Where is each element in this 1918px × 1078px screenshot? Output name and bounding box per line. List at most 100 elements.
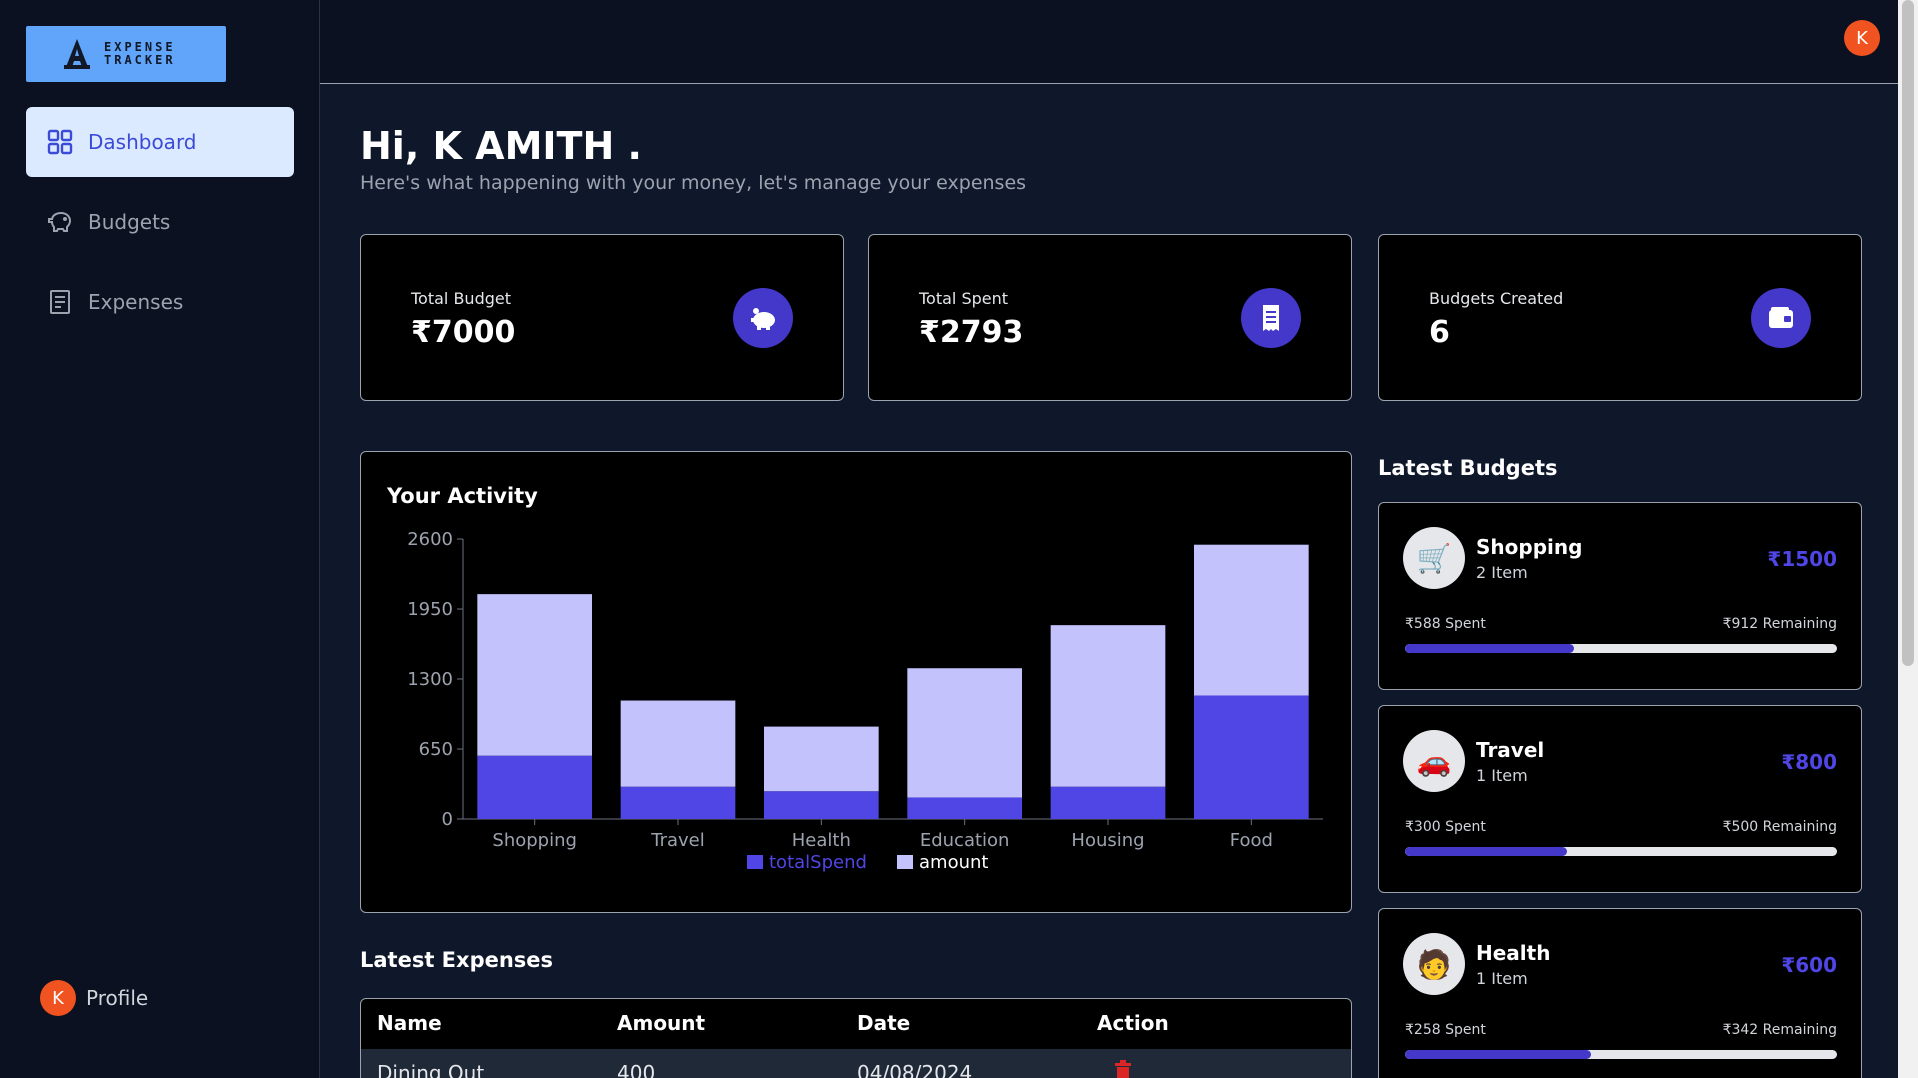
sidebar-item-dashboard[interactable]: Dashboard <box>26 107 294 177</box>
card-value: 6 <box>1429 315 1450 350</box>
budget-progress-fill <box>1405 847 1567 856</box>
grid-icon <box>47 129 73 155</box>
budget-remaining: ₹912 Remaining <box>1722 616 1837 632</box>
expenses-table: Name Amount Date Action Dining Out 400 0… <box>360 998 1352 1078</box>
wallet-icon <box>1751 288 1811 348</box>
app-logo[interactable]: EXPENSE TRACKER <box>26 26 226 82</box>
trash-icon[interactable] <box>1113 1059 1133 1078</box>
y-tick-label: 2600 <box>407 529 453 550</box>
profile-label: Profile <box>86 986 149 1010</box>
bar-totalSpend <box>1194 695 1309 819</box>
piggy-bank-icon <box>48 211 72 232</box>
legend-label: amount <box>919 852 988 873</box>
y-tick-label: 1300 <box>407 669 453 690</box>
budget-item-count: 1 Item <box>1476 969 1528 988</box>
doctor-icon: 🧑 <box>1403 933 1465 995</box>
bar-amount <box>907 668 1022 798</box>
column-header: Name <box>377 1011 442 1035</box>
table-row: Dining Out 400 04/08/2024 <box>361 1049 1351 1078</box>
expense-amount: 400 <box>617 1061 656 1078</box>
x-tick-label: Education <box>920 830 1010 851</box>
bar-amount <box>477 594 592 756</box>
budget-remaining: ₹500 Remaining <box>1722 819 1837 835</box>
logo-text: EXPENSE TRACKER <box>104 40 176 67</box>
budget-name: Travel <box>1476 738 1545 762</box>
sidebar-item-label: Dashboard <box>88 130 197 154</box>
budget-amount: ₹1500 <box>1767 547 1837 571</box>
x-tick-label: Travel <box>650 830 705 851</box>
expense-name: Dining Out <box>377 1061 485 1078</box>
column-header: Date <box>857 1011 911 1035</box>
bar-totalSpend <box>477 755 592 819</box>
budget-amount: ₹800 <box>1781 750 1837 774</box>
expense-date: 04/08/2024 <box>857 1061 973 1078</box>
activity-chart: 0 650 1300 1950 2600 Shopping Travel Health Educ… <box>407 529 1323 873</box>
stat-card-total-spent: Total Spent ₹2793 <box>868 234 1352 401</box>
stat-card-budgets-created: Budgets Created 6 <box>1378 234 1862 401</box>
bar-totalSpend <box>764 791 879 819</box>
budget-progress-fill <box>1405 1050 1591 1059</box>
activity-panel: Your Activity 0 650 1300 1950 2600 Shopping Tr… <box>360 451 1352 913</box>
card-label: Total Budget <box>411 289 511 308</box>
bar-amount <box>1194 544 1309 696</box>
budget-spent: ₹258 Spent <box>1405 1022 1486 1038</box>
sidebar-item-budgets[interactable]: Budgets <box>26 187 294 257</box>
page-scrollbar[interactable] <box>1898 0 1918 1078</box>
page-title: Hi, K AMITH . <box>360 124 642 168</box>
budget-spent: ₹300 Spent <box>1405 819 1486 835</box>
sidebar-item-expenses[interactable]: Expenses <box>26 267 294 337</box>
stat-card-total-budget: Total Budget ₹7000 <box>360 234 844 401</box>
budget-card-travel[interactable]: 🚗 Travel 1 Item ₹800 ₹300 Spent ₹500 Rem… <box>1378 705 1862 893</box>
budget-remaining: ₹342 Remaining <box>1722 1022 1837 1038</box>
latest-expenses-title: Latest Expenses <box>360 948 554 972</box>
y-tick-label: 650 <box>419 739 453 760</box>
bar-totalSpend <box>1050 786 1166 819</box>
piggy-bank-icon <box>733 288 793 348</box>
bar-amount <box>620 700 736 787</box>
legend-swatch <box>897 855 913 869</box>
sidebar-item-label: Expenses <box>88 290 184 314</box>
column-header: Amount <box>617 1011 706 1035</box>
scrollbar-thumb[interactable] <box>1902 0 1914 666</box>
card-value: ₹7000 <box>411 315 516 350</box>
sidebar: EXPENSE TRACKER Dashboard Budgets Expens… <box>0 0 320 1078</box>
bar-amount <box>1050 625 1166 787</box>
x-tick-label: Food <box>1230 830 1273 851</box>
card-value: ₹2793 <box>919 315 1024 350</box>
budget-name: Health <box>1476 941 1551 965</box>
sidebar-item-label: Budgets <box>88 210 171 234</box>
profile-link[interactable]: K Profile <box>40 980 148 1016</box>
receipt-icon <box>1241 288 1301 348</box>
page-subtitle: Here's what happening with your money, l… <box>360 172 1027 194</box>
legend-label: totalSpend <box>769 852 867 873</box>
budget-name: Shopping <box>1476 535 1583 559</box>
bar-totalSpend <box>907 797 1022 819</box>
logo-mark-icon <box>64 39 90 69</box>
car-icon: 🚗 <box>1403 730 1465 792</box>
budget-progress-bar <box>1405 644 1837 653</box>
x-tick-label: Shopping <box>492 830 577 851</box>
y-tick-label: 1950 <box>407 599 453 620</box>
budget-item-count: 1 Item <box>1476 766 1528 785</box>
budget-spent: ₹588 Spent <box>1405 616 1486 632</box>
card-label: Total Spent <box>919 289 1009 308</box>
budget-progress-bar <box>1405 847 1837 856</box>
table-header: Name Amount Date Action <box>361 999 1351 1049</box>
legend-swatch <box>747 855 763 869</box>
x-tick-label: Health <box>792 830 851 851</box>
budget-card-health[interactable]: 🧑 Health 1 Item ₹600 ₹258 Spent ₹342 Rem… <box>1378 908 1862 1078</box>
budget-amount: ₹600 <box>1781 953 1837 977</box>
budget-progress-fill <box>1405 644 1575 653</box>
receipt-icon <box>50 290 70 314</box>
budget-progress-bar <box>1405 1050 1837 1059</box>
user-avatar-button[interactable]: K <box>1844 20 1880 56</box>
bar-amount <box>764 726 879 792</box>
avatar: K <box>40 980 76 1016</box>
budget-card-shopping[interactable]: 🛒 Shopping 2 Item ₹1500 ₹588 Spent ₹912 … <box>1378 502 1862 690</box>
bar-totalSpend <box>620 786 736 819</box>
budget-item-count: 2 Item <box>1476 563 1528 582</box>
card-label: Budgets Created <box>1429 289 1564 308</box>
top-bar: K <box>320 0 1898 84</box>
column-header: Action <box>1097 1011 1169 1035</box>
y-tick-label: 0 <box>442 809 453 830</box>
